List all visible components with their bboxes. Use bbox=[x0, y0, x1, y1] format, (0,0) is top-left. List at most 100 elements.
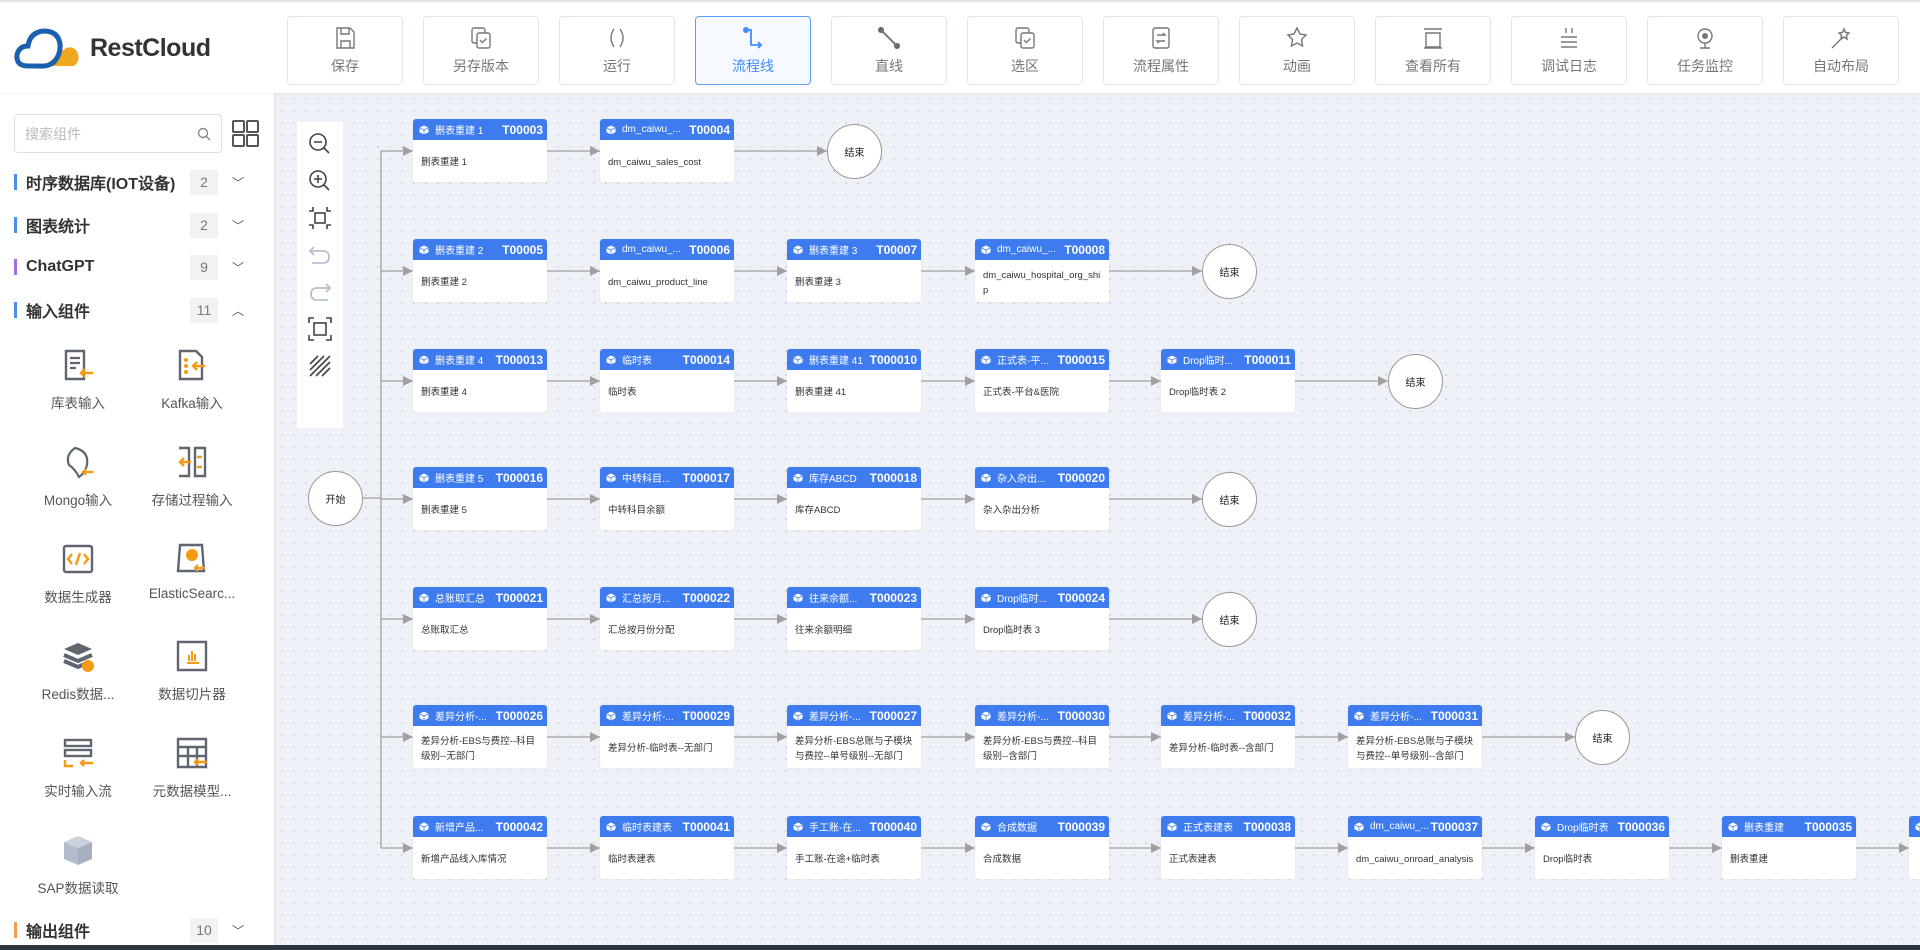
component-item[interactable]: SAP数据读取 bbox=[13, 833, 143, 897]
grid-toggle-icon[interactable] bbox=[306, 352, 334, 380]
toolbar-button-0[interactable]: 保存 bbox=[287, 16, 403, 85]
flow-node[interactable]: 差异分析-... T000026 差异分析-EBS与费控--科目级别--无部门 bbox=[413, 705, 547, 768]
cube-icon bbox=[981, 473, 991, 482]
node-description: 删表重建 4 bbox=[421, 387, 467, 398]
end-node[interactable]: 结束 bbox=[1202, 592, 1257, 647]
flow-node[interactable]: 删表重建 4 T000013 删表重建 4 bbox=[413, 349, 547, 412]
arrowhead-icon bbox=[403, 494, 413, 504]
component-item[interactable]: 数据切片器 bbox=[127, 639, 257, 703]
start-node[interactable]: 开始 bbox=[308, 471, 363, 526]
component-item[interactable]: Redis数据... bbox=[13, 639, 143, 703]
toolbar-button-11[interactable]: 自动布局 bbox=[1783, 16, 1899, 85]
flow-node[interactable]: 合成数据 T000039 合成数据 bbox=[975, 816, 1109, 879]
flow-node[interactable] bbox=[1909, 816, 1920, 879]
flow-node[interactable]: dm_caiwu_... T00008 dm_caiwu_hospital_org_… bbox=[975, 239, 1109, 302]
chevron-up-icon[interactable]: ︿ bbox=[232, 302, 244, 319]
toolbar-button-10[interactable]: 任务监控 bbox=[1647, 16, 1763, 85]
toolbar-button-2[interactable]: 运行 bbox=[559, 16, 675, 85]
flow-node[interactable]: 删表重建 41 T000010 删表重建 41 bbox=[787, 349, 921, 412]
category-1[interactable]: 图表统计 2 ﹀ bbox=[14, 211, 264, 239]
grid-view-icon[interactable] bbox=[232, 120, 259, 147]
flow-node[interactable]: 差异分析-... T000030 差异分析-EBS与费控--科目级别--含部门 bbox=[975, 705, 1109, 768]
flow-node[interactable]: 手工账-在... T000040 手工账-在途+临时表 bbox=[787, 816, 921, 879]
flow-node[interactable]: Drop临时... T000011 Drop临时表 2 bbox=[1161, 349, 1295, 412]
toolbar-button-8[interactable]: 查看所有 bbox=[1375, 16, 1491, 85]
chevron-down-icon[interactable]: ﹀ bbox=[232, 174, 244, 191]
category-3[interactable]: 输入组件 11 ︿ bbox=[14, 296, 264, 324]
flow-node[interactable]: 正式表-平... T000015 正式表-平台&医院 bbox=[975, 349, 1109, 412]
fit-view-icon[interactable] bbox=[306, 204, 334, 232]
category-4[interactable]: 输出组件 10 ﹀ bbox=[14, 916, 264, 944]
flow-node[interactable]: 差异分析-... T000031 差异分析-EBS总账与子模块与费控--单号级别--… bbox=[1348, 705, 1482, 768]
flow-node[interactable]: 库存ABCD T000018 库存ABCD bbox=[787, 467, 921, 530]
flow-node[interactable]: 往来余额... T000023 往来余额明细 bbox=[787, 587, 921, 650]
category-color-bar bbox=[14, 302, 17, 318]
flow-node[interactable]: Drop临时表 T000036 Drop临时表 bbox=[1535, 816, 1669, 879]
chevron-down-icon[interactable]: ﹀ bbox=[232, 922, 244, 939]
flow-node[interactable]: 临时表建表 T000041 临时表建表 bbox=[600, 816, 734, 879]
node-id: T000038 bbox=[1243, 819, 1291, 834]
flow-node[interactable]: 临时表 T000014 临时表 bbox=[600, 349, 734, 412]
cloud-logo-icon bbox=[14, 28, 79, 69]
component-item[interactable]: Kafka输入 bbox=[127, 348, 257, 412]
toolbar-button-5[interactable]: 选区 bbox=[967, 16, 1083, 85]
component-item[interactable]: 库表输入 bbox=[13, 348, 143, 412]
zoom-in-icon[interactable] bbox=[306, 167, 334, 195]
cube-icon bbox=[981, 593, 991, 602]
flow-node[interactable]: 总账取汇总 T000021 总账取汇总 bbox=[413, 587, 547, 650]
search-input[interactable] bbox=[25, 125, 185, 142]
flow-node[interactable]: 差异分析-... T000032 差异分析-临时表--含部门 bbox=[1161, 705, 1295, 768]
flow-node[interactable]: Drop临时... T000024 Drop临时表 3 bbox=[975, 587, 1109, 650]
end-node[interactable]: 结束 bbox=[1575, 710, 1630, 765]
component-item[interactable]: 实时输入流 bbox=[13, 736, 143, 800]
flow-node[interactable]: 删表重建 1 T00003 删表重建 1 bbox=[413, 119, 547, 182]
flow-node[interactable]: dm_caiwu_... T00006 dm_caiwu_product_line bbox=[600, 239, 734, 302]
flow-node[interactable]: 中转科目... T000017 中转科目余额 bbox=[600, 467, 734, 530]
end-node[interactable]: 结束 bbox=[1388, 354, 1443, 409]
arrowhead-icon bbox=[1338, 843, 1348, 853]
node-id: T00008 bbox=[1064, 242, 1105, 257]
flow-node[interactable]: 删表重建 T000035 删表重建 bbox=[1722, 816, 1856, 879]
end-node[interactable]: 结束 bbox=[827, 124, 882, 179]
search-box[interactable] bbox=[14, 114, 222, 153]
redo-icon[interactable] bbox=[306, 278, 334, 306]
toolbar-button-6[interactable]: 流程属性 bbox=[1103, 16, 1219, 85]
chevron-down-icon[interactable]: ﹀ bbox=[232, 217, 244, 234]
category-2[interactable]: ChatGPT 9 ﹀ bbox=[14, 253, 264, 281]
node-header: 杂入杂出... T000020 bbox=[975, 467, 1109, 488]
category-0[interactable]: 时序数据库(IOT设备) 2 ﹀ bbox=[14, 168, 264, 196]
flow-node[interactable]: 差异分析-... T000029 差异分析-临时表--无部门 bbox=[600, 705, 734, 768]
flow-node[interactable]: 杂入杂出... T000020 杂入杂出分析 bbox=[975, 467, 1109, 530]
component-item[interactable]: ElasticSearc... bbox=[127, 542, 257, 601]
end-node[interactable]: 结束 bbox=[1202, 472, 1257, 527]
toolbar-button-4[interactable]: 直线 bbox=[831, 16, 947, 85]
chevron-down-icon[interactable]: ﹀ bbox=[232, 259, 244, 276]
flow-node[interactable]: dm_caiwu_... T00004 dm_caiwu_sales_cost bbox=[600, 119, 734, 182]
flow-node[interactable]: 删表重建 5 T000016 删表重建 5 bbox=[413, 467, 547, 530]
toolbar-button-7[interactable]: 动画 bbox=[1239, 16, 1355, 85]
component-item[interactable]: 存储过程输入 bbox=[127, 445, 257, 509]
component-item[interactable]: 数据生成器 bbox=[13, 542, 143, 606]
flow-canvas[interactable]: 开始 删表重建 1 T00003 删表重建 1 dm_caiwu_... T00004 dm… bbox=[276, 93, 1920, 945]
toolbar-button-9[interactable]: 调试日志 bbox=[1511, 16, 1627, 85]
flow-node[interactable]: 汇总按月... T000022 汇总按月份分配 bbox=[600, 587, 734, 650]
arrowhead-icon bbox=[403, 146, 413, 156]
search-icon[interactable] bbox=[197, 127, 211, 141]
flow-node[interactable]: 正式表建表 T000038 正式表建表 bbox=[1161, 816, 1295, 879]
toolbar-button-3[interactable]: 流程线 bbox=[695, 16, 811, 85]
component-label: 数据切片器 bbox=[158, 687, 226, 702]
flow-node[interactable]: 新增产品... T000042 新增产品线入库情况 bbox=[413, 816, 547, 879]
zoom-out-icon[interactable] bbox=[306, 130, 334, 158]
undo-icon[interactable] bbox=[306, 241, 334, 269]
toolbar-button-1[interactable]: 另存版本 bbox=[423, 16, 539, 85]
component-item[interactable]: Mongo输入 bbox=[13, 445, 143, 509]
component-item[interactable]: 元数据模型... bbox=[127, 736, 257, 800]
flow-node[interactable]: 删表重建 3 T00007 删表重建 3 bbox=[787, 239, 921, 302]
arrowhead-icon bbox=[777, 614, 787, 624]
node-title: dm_caiwu_... bbox=[622, 124, 681, 135]
flow-node[interactable]: 差异分析-... T000027 差异分析-EBS总账与子模块与费控--单号级别--… bbox=[787, 705, 921, 768]
flow-node[interactable]: dm_caiwu_... T000037 dm_caiwu_onroad_analy… bbox=[1348, 816, 1482, 879]
actual-size-icon[interactable] bbox=[306, 315, 334, 343]
flow-node[interactable]: 删表重建 2 T00005 删表重建 2 bbox=[413, 239, 547, 302]
end-node[interactable]: 结束 bbox=[1202, 244, 1257, 299]
